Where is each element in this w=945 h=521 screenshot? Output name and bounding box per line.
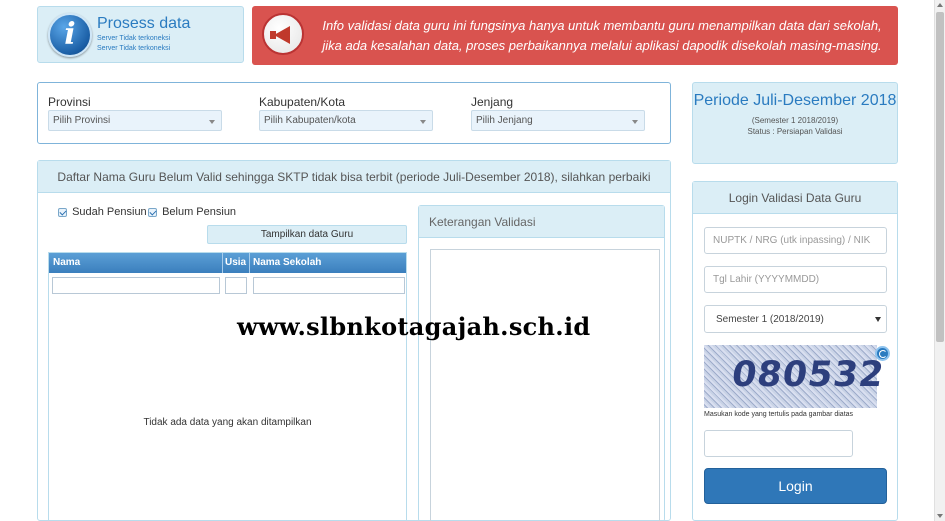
kabupaten-label: Kabupaten/Kota <box>259 95 346 109</box>
checkbox-checked-icon <box>148 207 157 217</box>
period-status: Status : Persiapan Validasi <box>747 127 843 136</box>
status-line: Server Tidak terkoneksi <box>97 35 171 42</box>
teacher-grid: Nama Usia Nama Sekolah Tidak ada data ya… <box>48 252 407 521</box>
captcha-text: 080532 <box>729 355 887 395</box>
checkbox-label: Belum Pensiun <box>162 206 237 218</box>
list-header: Daftar Nama Guru Belum Valid sehingga SK… <box>38 161 670 193</box>
captcha-hint: Masukan kode yang tertulis pada gambar d… <box>704 411 854 418</box>
checkbox-checked-icon <box>58 207 67 217</box>
login-button[interactable]: Login <box>704 468 887 504</box>
login-panel: Login Validasi Data Guru NUPTK / NRG (ut… <box>692 181 898 521</box>
page-scrollbar[interactable] <box>934 0 945 521</box>
scroll-up-arrow-icon[interactable] <box>937 3 943 7</box>
kabupaten-select-value: Pilih Kabupaten/kota <box>264 115 356 126</box>
provinsi-label: Provinsi <box>48 95 91 109</box>
period-title: Periode Juli-Desember 2018 <box>693 92 897 109</box>
alert-text: Info validasi data guru ini fungsinya ha… <box>322 18 882 53</box>
page: i Prosess data Server Tidak terkoneksi S… <box>0 0 945 521</box>
scrollbar-thumb[interactable] <box>936 12 944 342</box>
keterangan-header: Keterangan Validasi <box>419 206 664 238</box>
belum-pensiun-checkbox[interactable]: Belum Pensiun <box>148 206 236 218</box>
column-header-nama[interactable]: Nama <box>53 257 80 268</box>
checkbox-label: Sudah Pensiun <box>72 206 147 218</box>
chevron-down-icon <box>632 120 638 124</box>
chevron-down-icon <box>420 120 426 124</box>
show-teacher-data-button[interactable]: Tampilkan data Guru <box>207 225 407 244</box>
birthdate-input[interactable]: Tgl Lahir (YYYYMMDD) <box>704 266 887 293</box>
provinsi-select-value: Pilih Provinsi <box>53 115 111 126</box>
filter-usia-input[interactable] <box>225 277 247 294</box>
grid-empty-message: Tidak ada data yang akan ditampilkan <box>143 417 312 428</box>
jenjang-label: Jenjang <box>471 95 514 109</box>
scroll-down-arrow-icon[interactable] <box>937 514 943 518</box>
period-semester: (Semester 1 2018/2019) <box>751 116 839 125</box>
column-header-nama-sekolah[interactable]: Nama Sekolah <box>253 257 321 268</box>
captcha-input[interactable] <box>704 430 853 457</box>
server-status-panel: i Prosess data Server Tidak terkoneksi S… <box>37 6 244 63</box>
nuptk-input[interactable]: NUPTK / NRG (utk inpassing) / NIK <box>704 227 887 254</box>
jenjang-select-value: Pilih Jenjang <box>476 115 533 126</box>
captcha-image: 080532 <box>704 345 887 408</box>
column-header-usia[interactable]: Usia <box>225 257 246 268</box>
sudah-pensiun-checkbox[interactable]: Sudah Pensiun <box>58 206 147 218</box>
semester-select[interactable]: Semester 1 (2018/2019) <box>704 305 887 333</box>
filter-sekolah-input[interactable] <box>253 277 405 294</box>
info-alert: Info validasi data guru ini fungsinya ha… <box>252 6 898 65</box>
provinsi-select[interactable]: Pilih Provinsi <box>48 110 222 131</box>
grid-header-row: Nama Usia Nama Sekolah <box>49 253 406 273</box>
kabupaten-select[interactable]: Pilih Kabupaten/kota <box>259 110 433 131</box>
filter-nama-input[interactable] <box>52 277 220 294</box>
chevron-down-icon <box>209 120 215 124</box>
login-header: Login Validasi Data Guru <box>693 182 897 214</box>
keterangan-panel: Keterangan Validasi <box>418 205 665 521</box>
keterangan-body <box>430 249 660 521</box>
watermark-text: www.slbnkotagajah.sch.id <box>237 312 591 341</box>
refresh-captcha-icon[interactable] <box>875 346 890 361</box>
region-filter-panel: Provinsi Pilih Provinsi Kabupaten/Kota P… <box>37 82 671 144</box>
chevron-down-icon <box>875 317 881 322</box>
info-icon: i <box>48 13 92 57</box>
megaphone-icon <box>262 13 304 55</box>
semester-select-value: Semester 1 (2018/2019) <box>716 314 824 325</box>
status-line: Server Tidak terkoneksi <box>97 45 171 52</box>
period-panel: Periode Juli-Desember 2018 (Semester 1 2… <box>692 82 898 164</box>
status-title: Prosess data <box>97 15 191 32</box>
jenjang-select[interactable]: Pilih Jenjang <box>471 110 645 131</box>
